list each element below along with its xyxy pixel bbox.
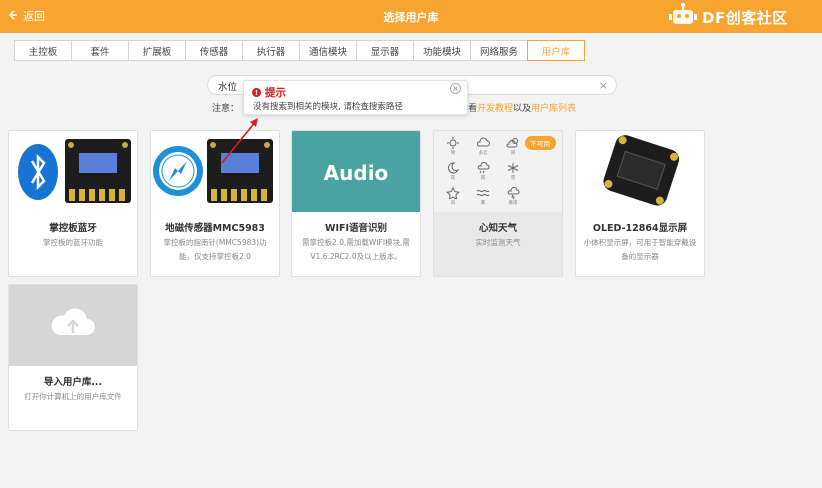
tab-kit[interactable]: 套件 xyxy=(71,40,129,61)
cloud-icon xyxy=(477,137,490,147)
tab-sensor[interactable]: 传感器 xyxy=(185,40,243,61)
brand-logo: DF创客社区 xyxy=(668,2,818,32)
card-description: 实时监测天气 xyxy=(475,238,521,247)
clear-search-icon[interactable]: × xyxy=(599,79,608,92)
snow-icon xyxy=(507,163,519,173)
storm-icon xyxy=(507,187,520,199)
weather-icons-grid: 晴 多云 阴 夜 雨 雪 风 雾 暴雨 xyxy=(438,134,528,209)
tab-communication[interactable]: 通信模块 xyxy=(299,40,357,61)
note-text: 看开发教程以及用户库列表 xyxy=(468,101,576,114)
card-description: 小体积显示屏，可用于智能穿戴设备的显示器 xyxy=(583,238,697,261)
card-thumbnail: Audio xyxy=(292,131,420,212)
red-arrow-annotation xyxy=(221,118,258,164)
hint-tooltip: ! 提示 没有搜索到相关的模块, 请检查搜索路径 × xyxy=(243,80,468,115)
card-title: 地磁传感器MMC5983 xyxy=(165,223,265,234)
card-description: 掌控板的蓝牙功能 xyxy=(43,238,103,247)
star-icon xyxy=(446,187,460,199)
card-description: 掌控板的指南针(MMC5983)功能，仅支持掌控板2.0 xyxy=(163,238,267,261)
card-title: OLED-12864显示屏 xyxy=(592,223,688,234)
tooltip-message: 没有搜索到相关的模块, 请检查搜索路径 xyxy=(253,102,403,112)
category-tabs: 主控板 套件 扩展板 传感器 执行器 通信模块 显示器 功能模块 网络服务 用户… xyxy=(14,40,585,61)
card-title: 心知天气 xyxy=(478,223,517,234)
partly-cloudy-icon xyxy=(506,138,518,148)
tooltip-close-icon[interactable]: × xyxy=(450,83,461,94)
error-icon: ! xyxy=(252,88,261,97)
library-card-wifi-voice[interactable]: Audio WIFI语音识别 需掌控板2.0,需加载WIFI模块,需V1.6.2… xyxy=(291,130,421,277)
note-tail: 看 xyxy=(468,104,478,114)
card-title: WIFI语音识别 xyxy=(324,223,388,234)
card-thumbnail: 晴 多云 阴 夜 雨 雪 风 雾 暴雨 不可用 xyxy=(434,131,562,212)
cloud-upload-icon xyxy=(51,308,95,335)
card-description: 需掌控板2.0,需加载WIFI模块,需V1.6.2RC2.0及以上版本。 xyxy=(302,238,410,261)
card-title: 掌控板蓝牙 xyxy=(49,223,97,234)
audio-logo-text: Audio xyxy=(323,161,389,185)
brand-text: DF创客社区 xyxy=(702,8,788,27)
tab-user-library[interactable]: 用户库 xyxy=(527,40,585,61)
card-thumbnail xyxy=(9,131,137,212)
tab-expansion-board[interactable]: 扩展板 xyxy=(128,40,186,61)
user-library-list-link[interactable]: 用户库列表 xyxy=(531,104,576,114)
card-thumbnail xyxy=(576,131,704,212)
import-library-card[interactable]: 导入用户库... 打开你计算机上的用户库文件 xyxy=(8,284,138,431)
sun-icon xyxy=(447,137,459,149)
note-prefix: 注意： xyxy=(212,104,240,114)
wind-icon xyxy=(476,189,490,197)
tab-display[interactable]: 显示器 xyxy=(356,40,414,61)
tooltip-title-text: 提示 xyxy=(265,87,286,99)
library-card-weather[interactable]: 晴 多云 阴 夜 雨 雪 风 雾 暴雨 不可用 心知天气 实时监测天气 xyxy=(433,130,563,277)
tab-actuator[interactable]: 执行器 xyxy=(242,40,300,61)
tab-main-board[interactable]: 主控板 xyxy=(14,40,72,61)
rain-icon xyxy=(477,162,490,174)
card-thumbnail xyxy=(9,285,137,366)
note-middle: 以及 xyxy=(513,104,532,114)
tab-network-service[interactable]: 网络服务 xyxy=(470,40,528,61)
dev-tutorial-link[interactable]: 开发教程 xyxy=(477,104,513,114)
tab-function-module[interactable]: 功能模块 xyxy=(413,40,471,61)
library-card-oled[interactable]: OLED-12864显示屏 小体积显示屏，可用于智能穿戴设备的显示器 xyxy=(575,130,705,277)
moon-icon xyxy=(447,162,460,174)
top-bar: 返回 选择用户库 DF创客社区 xyxy=(0,0,822,33)
unavailable-badge: 不可用 xyxy=(524,136,556,150)
library-card-bluetooth[interactable]: 掌控板蓝牙 掌控板的蓝牙功能 xyxy=(8,130,138,277)
card-description: 打开你计算机上的用户库文件 xyxy=(24,392,122,401)
tooltip-title: ! 提示 xyxy=(252,85,286,100)
card-title: 导入用户库... xyxy=(43,377,103,388)
robot-icon xyxy=(668,2,698,32)
